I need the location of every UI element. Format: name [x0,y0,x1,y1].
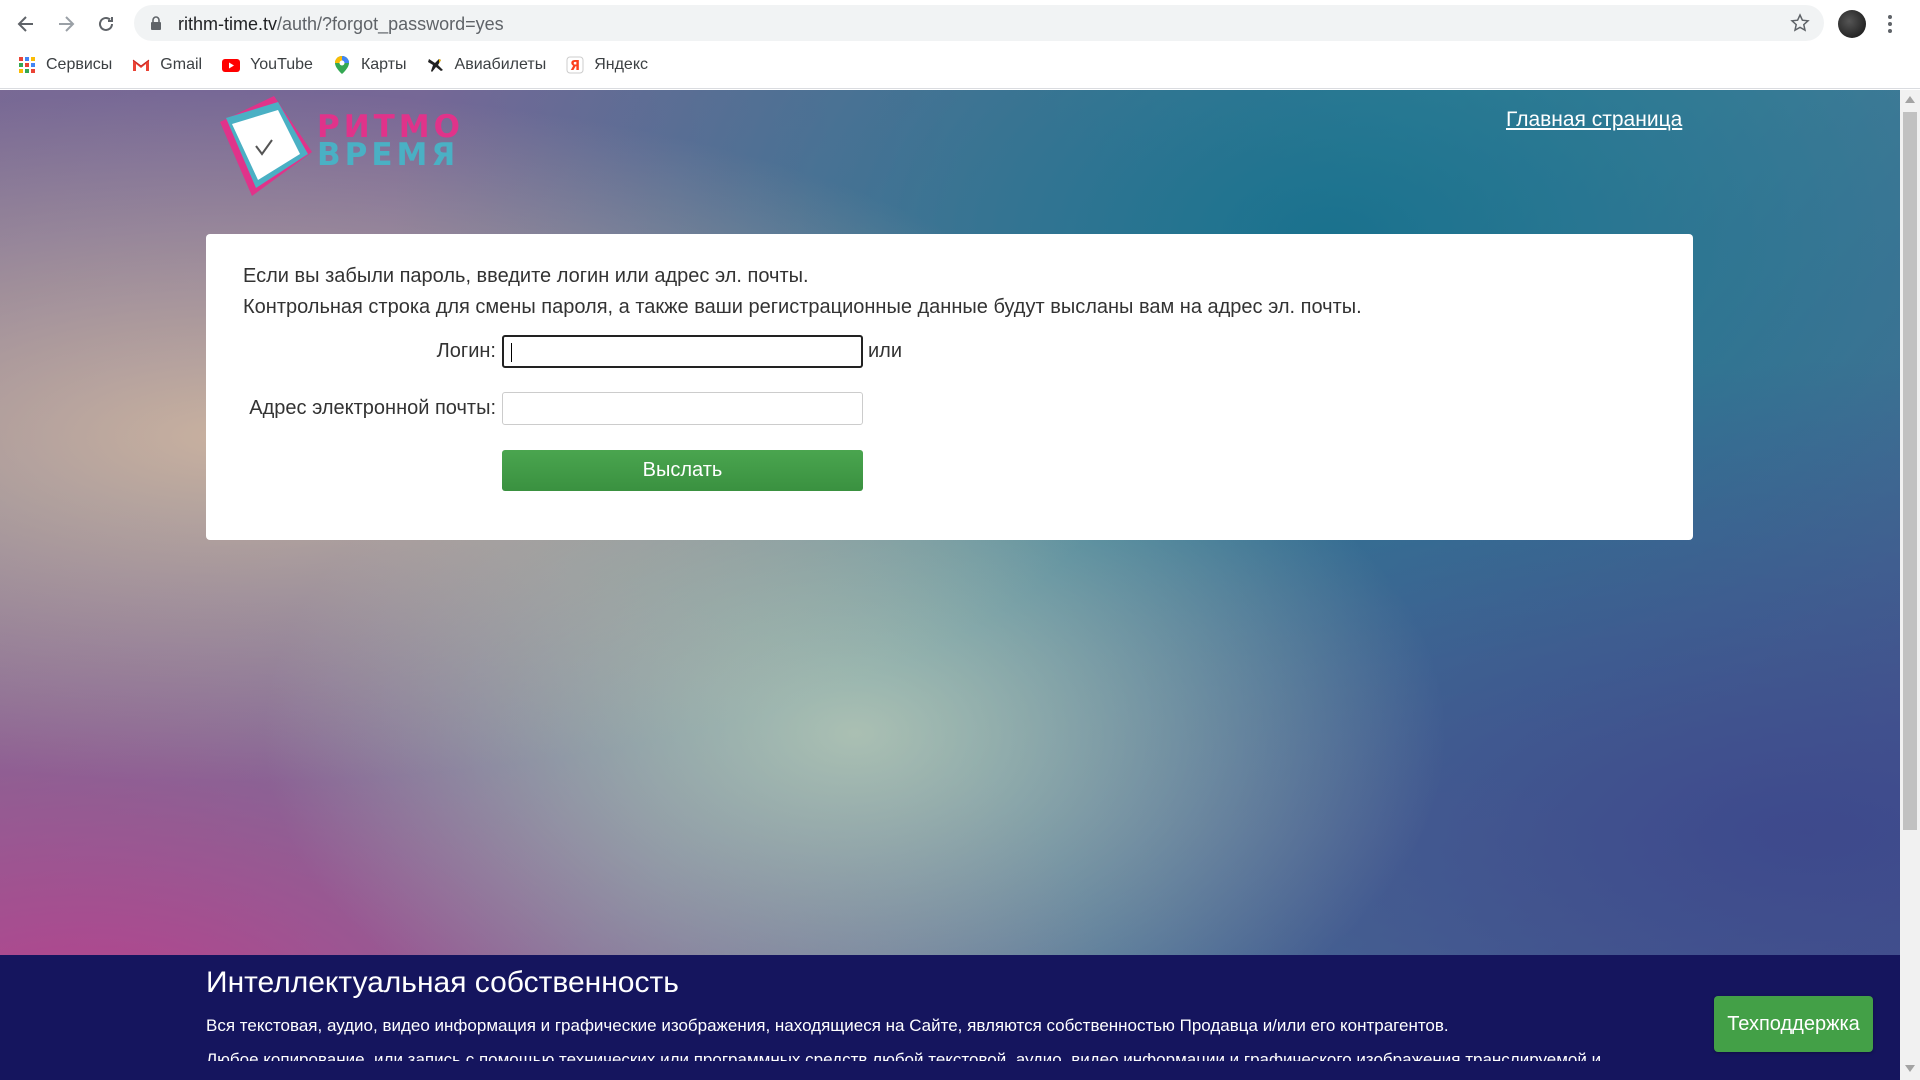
form-intro-line-2: Контрольная строка для смены пароля, а т… [243,296,1362,318]
address-bar[interactable]: rithm-time.tv/auth/?forgot_password=yes [134,5,1824,41]
airplane-icon [427,56,445,74]
bookmark-label: Карты [360,56,407,73]
or-text: или [868,340,903,362]
apps-grid-icon [18,56,36,74]
logo-diamond-icon [220,96,312,196]
bookmark-label: Авиабилеты [454,56,547,73]
bookmarks-bar: Сервисы Gmail YouTube Карты Авиабилеты Я… [0,50,658,80]
scroll-up-arrow-icon[interactable] [1905,96,1915,103]
url-text: rithm-time.tv/auth/?forgot_password=yes [178,14,504,34]
login-input[interactable] [502,335,863,368]
browser-menu-button[interactable] [1882,10,1898,38]
bookmark-services[interactable]: Сервисы [0,50,122,80]
home-page-link[interactable]: Главная страница [1506,108,1682,132]
bookmark-star-icon[interactable] [1790,13,1810,33]
form-intro-line-1: Если вы забыли пароль, введите логин или… [243,265,809,287]
bookmark-label: Сервисы [46,56,113,73]
bookmark-label: Яндекс [594,56,648,73]
footer-paragraph-1: Вся текстовая, аудио, видео информация и… [206,1016,1449,1035]
logo-text-bottom: ВРЕМЯ [317,137,460,173]
bookmark-label: YouTube [250,56,313,73]
lock-icon [151,16,161,30]
send-button[interactable]: Выслать [502,450,863,491]
bookmark-maps[interactable]: Карты [323,50,417,80]
forward-arrow-icon [59,16,75,32]
email-label: Адрес электронной почты: [249,397,496,419]
maps-pin-icon [333,56,351,74]
site-logo[interactable]: РИТМО ВРЕМЯ [212,96,460,206]
forward-button[interactable] [50,8,82,40]
yandex-icon: Я [566,56,584,74]
page-viewport: РИТМО ВРЕМЯ Главная страница Если вы заб… [0,90,1900,1080]
bookmark-label: Gmail [160,56,203,73]
forgot-password-form: Если вы забыли пароль, введите логин или… [206,234,1693,540]
bookmark-gmail[interactable]: Gmail [122,50,212,80]
bookmark-youtube[interactable]: YouTube [212,50,323,80]
support-button[interactable]: Техподдержка [1714,996,1873,1052]
reload-icon [99,16,113,31]
page-scrollbar[interactable] [1900,90,1920,1080]
back-button[interactable] [10,8,42,40]
scrollbar-thumb[interactable] [1903,112,1917,830]
footer-title: Интеллектуальная собственность [206,966,679,999]
gmail-icon [132,56,150,74]
browser-toolbar: rithm-time.tv/auth/?forgot_password=yes … [0,0,1920,89]
svg-text:Я: Я [570,59,580,74]
login-label: Логин: [436,340,496,362]
bookmark-yandex[interactable]: Я Яндекс [556,50,658,80]
reload-button[interactable] [90,8,122,40]
footer: Интеллектуальная собственность Вся текст… [0,955,1900,1080]
youtube-icon [222,56,241,74]
scroll-down-arrow-icon[interactable] [1905,1065,1915,1072]
back-arrow-icon [17,16,33,32]
bookmark-flights[interactable]: Авиабилеты [417,50,557,80]
email-input[interactable] [502,392,863,425]
footer-paragraph-2: Любое копирование, или запись с помощью … [206,1050,1602,1061]
profile-avatar[interactable] [1838,10,1866,38]
